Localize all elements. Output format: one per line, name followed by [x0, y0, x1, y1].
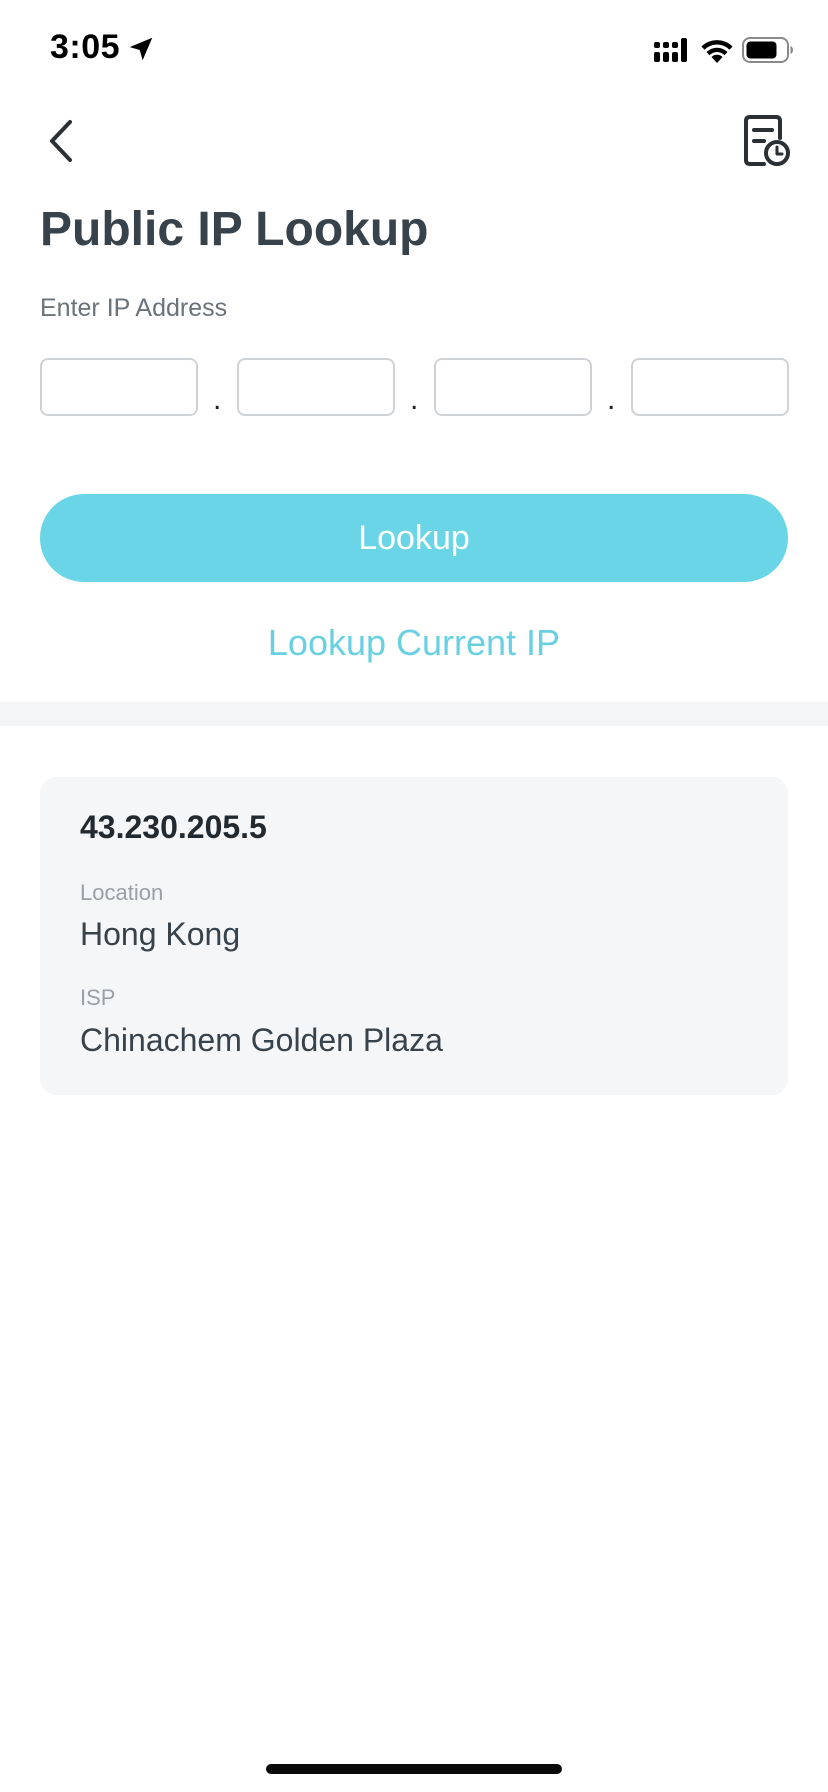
ip-address-label: Enter IP Address	[40, 294, 228, 322]
location-value: Hong Kong	[80, 916, 241, 952]
ip-octet-1-input[interactable]	[40, 358, 198, 416]
isp-value: Chinachem Golden Plaza	[80, 1022, 443, 1058]
history-button[interactable]	[738, 114, 792, 168]
lookup-current-ip-link[interactable]: Lookup Current IP	[0, 622, 828, 664]
wifi-icon	[701, 40, 733, 63]
chevron-left-icon	[50, 120, 72, 162]
status-time: 3:05	[50, 28, 121, 66]
result-card: 43.230.205.5 Location Hong Kong ISP Chin…	[40, 777, 788, 1095]
back-button[interactable]	[36, 110, 88, 172]
location-label: Location	[80, 880, 164, 905]
lookup-button[interactable]: Lookup	[40, 494, 788, 582]
page-title: Public IP Lookup	[40, 203, 429, 256]
battery-icon	[742, 37, 793, 63]
status-bar: 3:05	[0, 0, 828, 100]
location-arrow-icon	[129, 37, 153, 61]
isp-label: ISP	[80, 985, 116, 1010]
ip-octet-2-input[interactable]	[237, 358, 395, 416]
history-document-icon	[744, 115, 790, 166]
home-indicator	[266, 1764, 562, 1774]
octet-separator: .	[410, 383, 419, 416]
octet-separator: .	[213, 383, 222, 416]
cellular-signal-icon	[654, 38, 687, 62]
ip-octet-3-input[interactable]	[434, 358, 592, 416]
result-ip-address: 43.230.205.5	[80, 809, 267, 845]
octet-separator: .	[607, 383, 616, 416]
ip-octet-4-input[interactable]	[631, 358, 789, 416]
section-divider	[0, 702, 828, 726]
